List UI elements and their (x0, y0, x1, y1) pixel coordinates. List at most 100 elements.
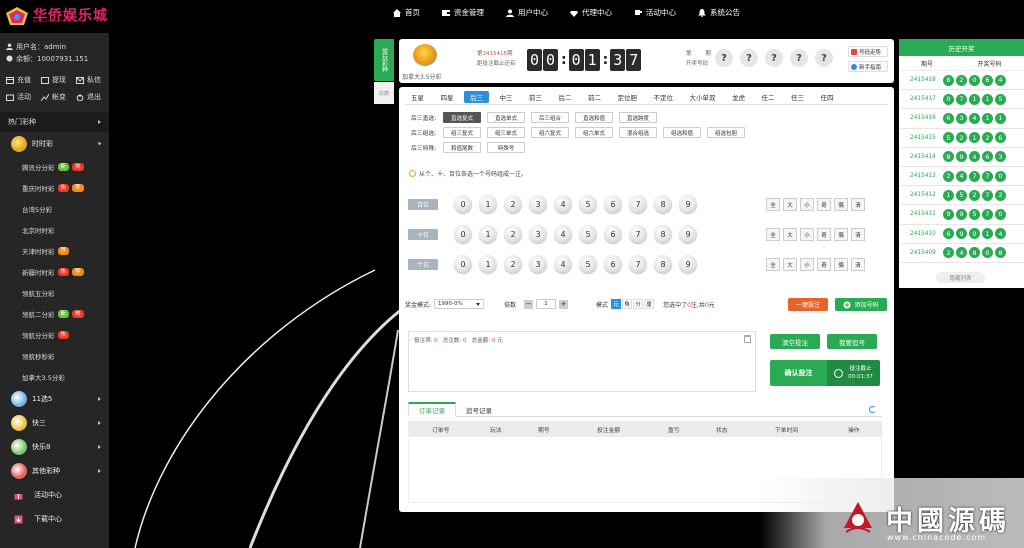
number-ball[interactable]: 3 (529, 225, 547, 243)
nav-home[interactable]: 首页 (393, 7, 420, 18)
play-tab[interactable]: 中三 (494, 91, 519, 103)
play-method-button[interactable]: 特殊号 (487, 142, 525, 153)
tab-favorites[interactable]: 收藏 (374, 82, 394, 104)
sidebar-item-lottery[interactable]: 领航秒秒彩 (0, 345, 109, 366)
play-method-button[interactable]: 直选单式 (487, 112, 525, 123)
refresh-icon[interactable] (869, 406, 876, 413)
site-logo[interactable]: 华侨娱乐城 (4, 4, 108, 28)
quick-select-button[interactable]: 偶 (834, 228, 848, 241)
play-method-button[interactable]: 后三组合 (531, 112, 569, 123)
nav-funds[interactable]: 资金管理 (442, 7, 484, 18)
number-ball[interactable]: 8 (654, 195, 672, 213)
quick-select-button[interactable]: 奇 (817, 198, 831, 211)
unit-yuan[interactable]: 元 (611, 299, 622, 309)
sidebar-item-lottery[interactable]: 台湾5分彩 (0, 198, 109, 219)
nav-user-center[interactable]: 用户中心 (506, 7, 548, 18)
quick-select-button[interactable]: 全 (766, 228, 780, 241)
play-method-button[interactable]: 和值尾数 (443, 142, 481, 153)
quick-select-button[interactable]: 清 (851, 198, 865, 211)
number-ball[interactable]: 2 (504, 225, 522, 243)
play-method-button[interactable]: 组选和值 (663, 127, 701, 138)
number-ball[interactable]: 6 (604, 225, 622, 243)
quick-select-button[interactable]: 清 (851, 228, 865, 241)
nav-activity[interactable]: 活动中心 (634, 7, 676, 18)
sidebar-item-lottery[interactable]: 领航分分彩热 (0, 324, 109, 345)
plus-button[interactable]: + (559, 299, 569, 309)
clear-bets-button[interactable]: 清空投注 (770, 334, 820, 349)
play-method-button[interactable]: 组六复式 (531, 127, 569, 138)
number-ball[interactable]: 5 (579, 225, 597, 243)
quick-select-button[interactable]: 小 (800, 198, 814, 211)
play-tab[interactable]: 后二 (553, 91, 578, 103)
sidebar-item-lottery[interactable]: 重庆时时彩热荐 (0, 177, 109, 198)
category-other[interactable]: 其他彩种 (0, 459, 109, 483)
number-ball[interactable]: 3 (529, 255, 547, 273)
add-number-button[interactable]: 添加号码 (835, 298, 887, 311)
play-method-button[interactable]: 组三复式 (443, 127, 481, 138)
sidebar-item-lottery[interactable]: 天津时时彩荐 (0, 240, 109, 261)
number-ball[interactable]: 2 (504, 195, 522, 213)
number-ball[interactable]: 9 (679, 255, 697, 273)
number-ball[interactable]: 9 (679, 195, 697, 213)
multiple-input[interactable]: 1 (536, 299, 557, 309)
play-tab[interactable]: 后三 (464, 91, 489, 103)
quick-bet-button[interactable]: 一键投注 (788, 298, 828, 311)
minus-button[interactable]: − (524, 299, 534, 309)
number-ball[interactable]: 4 (554, 225, 572, 243)
play-tab[interactable]: 前二 (582, 91, 607, 103)
play-method-button[interactable]: 直选和值 (575, 112, 613, 123)
logout-link[interactable]: 退出 (76, 92, 103, 102)
number-ball[interactable]: 1 (479, 255, 497, 273)
category-11x5[interactable]: 11选5 (0, 387, 109, 411)
sidebar-item-lottery[interactable]: 加拿大3.5分彩 (0, 366, 109, 387)
unit-jiao[interactable]: 角 (622, 299, 633, 309)
play-method-button[interactable]: 混合组选 (619, 127, 657, 138)
nav-agent[interactable]: 代理中心 (570, 7, 612, 18)
quick-select-button[interactable]: 奇 (817, 258, 831, 271)
play-tab[interactable]: 龙虎 (726, 91, 751, 103)
play-tab[interactable]: 不定位 (648, 91, 680, 103)
quick-select-button[interactable]: 全 (766, 258, 780, 271)
sidebar-item-lottery[interactable]: 腾讯分分彩新热 (0, 156, 109, 177)
number-ball[interactable]: 2 (504, 255, 522, 273)
play-tab[interactable]: 大小单双 (684, 91, 722, 103)
play-method-button[interactable]: 直选跨度 (619, 112, 657, 123)
sidebar-item-lottery[interactable]: 领航五分彩 (0, 282, 109, 303)
play-method-button[interactable]: 组三单式 (487, 127, 525, 138)
nav-notice[interactable]: 系统公告 (698, 7, 740, 18)
account-change-link[interactable]: 帐变 (41, 92, 68, 102)
play-method-button[interactable]: 直选复式 (443, 112, 481, 123)
quick-select-button[interactable]: 大 (783, 258, 797, 271)
number-ball[interactable]: 7 (629, 225, 647, 243)
play-tab[interactable]: 前三 (523, 91, 548, 103)
quick-select-button[interactable]: 全 (766, 198, 780, 211)
quick-select-button[interactable]: 清 (851, 258, 865, 271)
trend-button[interactable]: 号码走势 (848, 46, 888, 57)
message-link[interactable]: 私信 (76, 75, 103, 85)
sidebar-item-lottery[interactable]: 新疆时时彩热荐 (0, 261, 109, 282)
quick-select-button[interactable]: 奇 (817, 228, 831, 241)
recharge-link[interactable]: 充值 (6, 75, 33, 85)
tab-orders[interactable]: 订单记录 (408, 402, 456, 417)
play-tab[interactable]: 四星 (435, 91, 460, 103)
play-tab[interactable]: 任二 (756, 91, 781, 103)
number-ball[interactable]: 1 (479, 195, 497, 213)
chase-button[interactable]: 我要追号 (827, 334, 877, 349)
unit-fen[interactable]: 分 (633, 299, 644, 309)
number-ball[interactable]: 0 (454, 255, 472, 273)
number-ball[interactable]: 0 (454, 195, 472, 213)
number-ball[interactable]: 1 (479, 225, 497, 243)
category-kl8[interactable]: 快乐8 (0, 435, 109, 459)
guide-button[interactable]: 新手指南 (848, 61, 888, 72)
activity-link[interactable]: 活动 (6, 92, 33, 102)
number-ball[interactable]: 6 (604, 195, 622, 213)
number-ball[interactable]: 6 (604, 255, 622, 273)
play-tab[interactable]: 五星 (405, 91, 430, 103)
quick-select-button[interactable]: 偶 (834, 258, 848, 271)
number-ball[interactable]: 5 (579, 195, 597, 213)
number-ball[interactable]: 7 (629, 255, 647, 273)
tab-frequent-lottery[interactable]: 常玩彩种 (374, 39, 394, 81)
prize-mode-select[interactable]: 1990-0% (434, 299, 485, 309)
number-ball[interactable]: 8 (654, 225, 672, 243)
quick-select-button[interactable]: 大 (783, 198, 797, 211)
